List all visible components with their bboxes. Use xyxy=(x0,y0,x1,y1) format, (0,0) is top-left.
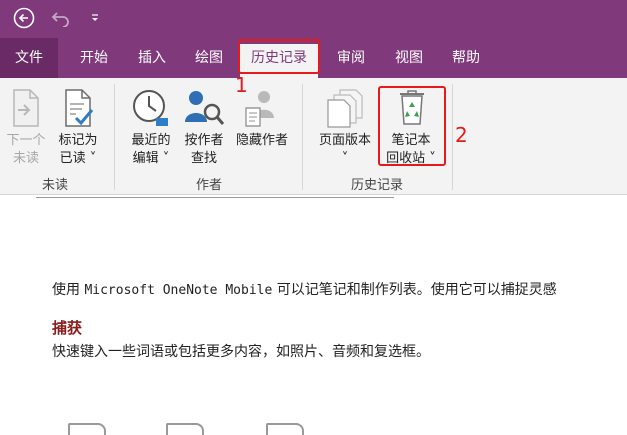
document-icon xyxy=(166,423,204,435)
intro-app-name: Microsoft OneNote Mobile xyxy=(84,283,273,298)
tab-review[interactable]: 审阅 xyxy=(324,38,378,78)
annotation-box-recycle-bin xyxy=(378,86,446,166)
ribbon-panel: 下一个 未读 标记为 已读 ˅ 未读 最近的 编辑 ˅ 按作者 查找 隐藏作者 … xyxy=(0,78,627,195)
find-author-icon xyxy=(185,91,224,125)
intro-paragraph[interactable]: 使用 Microsoft OneNote Mobile 可以记笔记和制作列表。使… xyxy=(52,279,557,299)
group-label-unread: 未读 xyxy=(41,178,68,193)
undo-icon[interactable] xyxy=(48,6,74,30)
customize-quick-access-icon[interactable] xyxy=(86,6,104,30)
back-circle-icon[interactable] xyxy=(12,6,36,30)
tab-view[interactable]: 视图 xyxy=(382,38,436,78)
page-versions-button[interactable]: 页面版本 ˅ xyxy=(312,88,378,172)
group-label-author: 作者 xyxy=(195,178,222,193)
mark-read-label-2: 已读 ˅ xyxy=(59,151,97,166)
recent-edits-label-1: 最近的 xyxy=(131,133,171,148)
mark-as-read-button[interactable]: 标记为 已读 ˅ xyxy=(52,88,104,172)
hide-authors-icon xyxy=(245,91,274,127)
intro-prefix: 使用 xyxy=(52,282,85,298)
find-by-author-button[interactable]: 按作者 查找 xyxy=(178,88,230,172)
tab-file[interactable]: 文件 xyxy=(0,38,58,78)
title-bar xyxy=(0,0,627,38)
next-unread-button[interactable]: 下一个 未读 xyxy=(2,88,50,172)
tab-insert[interactable]: 插入 xyxy=(124,38,180,78)
recent-edits-button[interactable]: 最近的 编辑 ˅ xyxy=(124,88,178,172)
page-title-line xyxy=(36,197,394,198)
group-separator xyxy=(114,84,115,190)
hide-authors-button[interactable]: 隐藏作者 xyxy=(230,88,294,172)
document-icon xyxy=(68,423,106,435)
annotation-number-2: 2 xyxy=(455,123,468,147)
intro-suffix: 可以记笔记和制作列表。使用它可以捕捉灵感 xyxy=(272,282,557,298)
annotation-number-1: 1 xyxy=(235,73,248,97)
next-unread-icon xyxy=(13,89,39,127)
annotation-box-history-tab xyxy=(238,39,320,74)
group-label-history: 历史记录 xyxy=(350,178,403,193)
recent-edits-label-2: 编辑 ˅ xyxy=(132,151,170,166)
group-separator xyxy=(452,84,453,190)
page-versions-label-2: ˅ xyxy=(341,151,349,166)
clock-icon xyxy=(133,90,168,126)
find-author-label-2: 查找 xyxy=(190,151,217,166)
capture-paragraph[interactable]: 快速键入一些词语或包括更多内容，如照片、音频和复选框。 xyxy=(52,341,430,361)
tab-help[interactable]: 帮助 xyxy=(438,38,494,78)
mark-read-label-1: 标记为 xyxy=(58,133,98,148)
find-author-label-1: 按作者 xyxy=(184,133,224,148)
document-icon xyxy=(266,423,304,435)
page-canvas[interactable]: 使用 Microsoft OneNote Mobile 可以记笔记和制作列表。使… xyxy=(0,195,627,435)
hide-authors-label-1: 隐藏作者 xyxy=(235,133,288,148)
page-versions-icon xyxy=(327,89,363,128)
group-separator xyxy=(302,84,303,190)
section-heading[interactable]: 捕获 xyxy=(52,317,82,338)
next-unread-label-1: 下一个 xyxy=(6,133,46,148)
next-unread-label-2: 未读 xyxy=(12,151,39,166)
page-versions-label-1: 页面版本 xyxy=(318,133,371,148)
tab-home[interactable]: 开始 xyxy=(66,38,122,78)
mark-read-icon xyxy=(65,89,94,127)
tab-draw[interactable]: 绘图 xyxy=(182,38,236,78)
